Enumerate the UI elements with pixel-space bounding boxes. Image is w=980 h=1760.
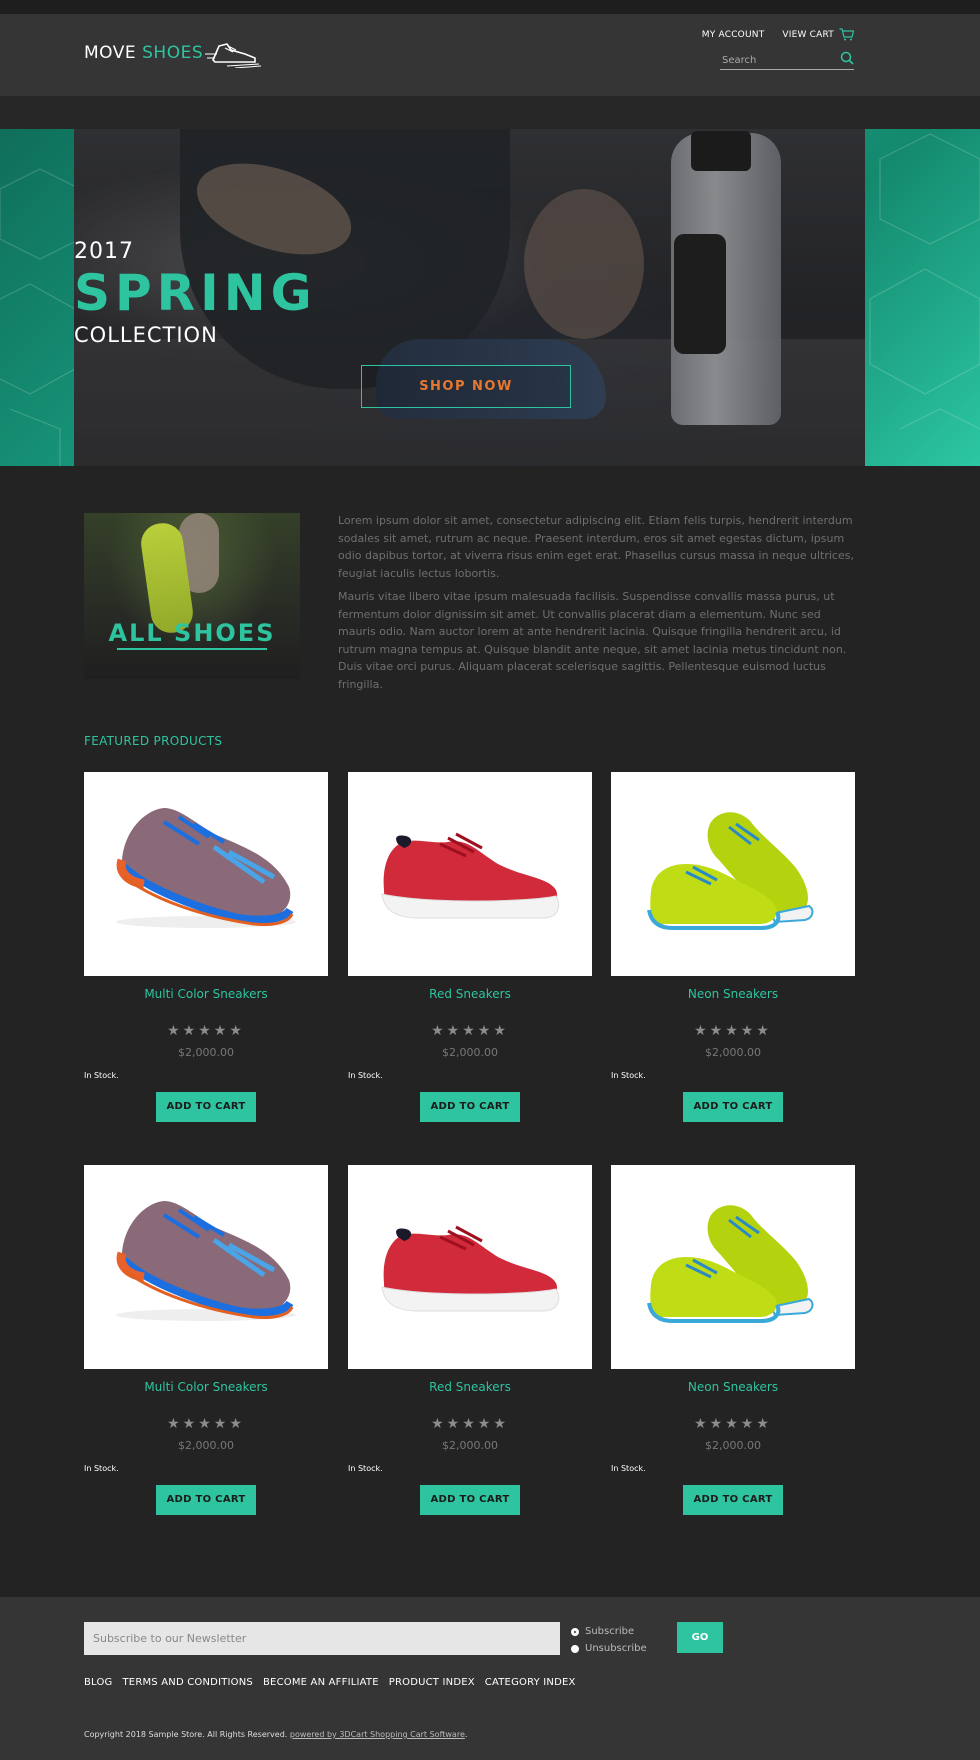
site-logo[interactable]: MOVE SHOES bbox=[84, 38, 262, 68]
product-name[interactable]: Multi Color Sneakers bbox=[84, 987, 328, 1001]
cart-icon bbox=[839, 28, 854, 41]
header-shadow-band bbox=[0, 96, 980, 129]
product-image[interactable] bbox=[611, 1165, 855, 1369]
footer-link-affiliate[interactable]: BECOME AN AFFILIATE bbox=[263, 1677, 379, 1688]
product-price: $2,000.00 bbox=[178, 1439, 234, 1452]
product-image[interactable] bbox=[348, 1165, 592, 1369]
add-to-cart-button[interactable]: ADD TO CART bbox=[156, 1092, 256, 1122]
hero-image[interactable]: 2017 SPRING COLLECTION SHOP NOW bbox=[74, 129, 865, 466]
product-card: Red Sneakers ★★★★★ $2,000.00 In Stock. A… bbox=[348, 772, 592, 1132]
product-image[interactable] bbox=[348, 772, 592, 976]
stock-status: In Stock. bbox=[611, 1071, 646, 1080]
product-rating: ★★★★★ bbox=[694, 1416, 772, 1432]
intro-paragraph: Lorem ipsum dolor sit amet, consectetur … bbox=[338, 514, 854, 580]
footer-links: BLOG TERMS AND CONDITIONS BECOME AN AFFI… bbox=[84, 1677, 576, 1688]
stock-status: In Stock. bbox=[348, 1464, 383, 1473]
product-rating: ★★★★★ bbox=[431, 1023, 509, 1039]
intro-text: Lorem ipsum dolor sit amet, consectetur … bbox=[338, 512, 856, 693]
add-to-cart-button[interactable]: ADD TO CART bbox=[683, 1092, 783, 1122]
product-rating: ★★★★★ bbox=[431, 1416, 509, 1432]
product-name[interactable]: Red Sneakers bbox=[348, 987, 592, 1001]
newsletter-email-input[interactable] bbox=[84, 1622, 560, 1655]
logo-text-shoes: SHOES bbox=[142, 43, 204, 63]
product-name[interactable]: Red Sneakers bbox=[348, 1380, 592, 1394]
stock-status: In Stock. bbox=[611, 1464, 646, 1473]
intro-paragraph: Mauris vitae libero vitae ipsum malesuad… bbox=[338, 590, 847, 691]
product-name[interactable]: Neon Sneakers bbox=[611, 1380, 855, 1394]
unsubscribe-radio[interactable] bbox=[571, 1644, 579, 1653]
copyright-period: . bbox=[464, 1730, 468, 1739]
search-box bbox=[720, 48, 854, 71]
logo-text-move: MOVE bbox=[84, 43, 137, 63]
newsletter-options: Subscribe Unsubscribe bbox=[571, 1623, 647, 1657]
product-name[interactable]: Neon Sneakers bbox=[611, 987, 855, 1001]
product-image[interactable] bbox=[611, 772, 855, 976]
footer-link-product-index[interactable]: PRODUCT INDEX bbox=[389, 1677, 475, 1688]
add-to-cart-button[interactable]: ADD TO CART bbox=[420, 1092, 520, 1122]
shop-now-button[interactable]: SHOP NOW bbox=[361, 365, 571, 408]
subscribe-radio[interactable] bbox=[571, 1627, 579, 1636]
all-shoes-tile[interactable]: ALL SHOES bbox=[84, 513, 300, 679]
stock-status: In Stock. bbox=[348, 1071, 383, 1080]
featured-products-title: FEATURED PRODUCTS bbox=[84, 734, 223, 748]
product-price: $2,000.00 bbox=[178, 1046, 234, 1059]
footer-link-category-index[interactable]: CATEGORY INDEX bbox=[485, 1677, 576, 1688]
stock-status: In Stock. bbox=[84, 1464, 119, 1473]
product-price: $2,000.00 bbox=[705, 1439, 761, 1452]
product-price: $2,000.00 bbox=[705, 1046, 761, 1059]
red-sneaker-image bbox=[381, 1225, 560, 1312]
product-rating: ★★★★★ bbox=[694, 1023, 772, 1039]
product-rating: ★★★★★ bbox=[167, 1416, 245, 1432]
product-rating: ★★★★★ bbox=[167, 1023, 245, 1039]
product-name[interactable]: Multi Color Sneakers bbox=[84, 1380, 328, 1394]
multicolor-sneaker-image bbox=[116, 808, 296, 928]
view-cart-label: VIEW CART bbox=[782, 29, 834, 40]
product-image[interactable] bbox=[84, 772, 328, 976]
product-card: Multi Color Sneakers ★★★★★ $2,000.00 In … bbox=[84, 1165, 328, 1525]
product-card: Multi Color Sneakers ★★★★★ $2,000.00 In … bbox=[84, 772, 328, 1132]
red-sneaker-image bbox=[381, 832, 560, 919]
product-card: Neon Sneakers ★★★★★ $2,000.00 In Stock. … bbox=[611, 1165, 855, 1525]
hero-title: SPRING bbox=[74, 264, 317, 322]
hero-subtitle: COLLECTION bbox=[74, 323, 218, 347]
all-shoes-label: ALL SHOES bbox=[108, 619, 276, 647]
search-input[interactable] bbox=[720, 50, 832, 71]
search-icon[interactable] bbox=[840, 51, 854, 65]
product-price: $2,000.00 bbox=[442, 1046, 498, 1059]
product-image[interactable] bbox=[84, 1165, 328, 1369]
product-card: Red Sneakers ★★★★★ $2,000.00 In Stock. A… bbox=[348, 1165, 592, 1525]
newsletter-go-button[interactable]: GO bbox=[677, 1622, 723, 1653]
footer-link-blog[interactable]: BLOG bbox=[84, 1677, 113, 1688]
unsubscribe-option[interactable]: Unsubscribe bbox=[571, 1640, 647, 1657]
subscribe-option[interactable]: Subscribe bbox=[571, 1623, 647, 1640]
my-account-link[interactable]: MY ACCOUNT bbox=[702, 30, 765, 40]
hero-banner: 2017 SPRING COLLECTION SHOP NOW bbox=[0, 129, 980, 466]
header-links: MY ACCOUNT VIEW CART bbox=[702, 28, 854, 41]
site-footer: Subscribe Unsubscribe GO BLOG TERMS AND … bbox=[0, 1597, 980, 1760]
copyright: Copyright 2018 Sample Store. All Rights … bbox=[84, 1730, 467, 1739]
neon-sneakers-image bbox=[647, 1205, 814, 1323]
add-to-cart-button[interactable]: ADD TO CART bbox=[683, 1485, 783, 1515]
powered-by-link[interactable]: powered by 3DCart Shopping Cart Software bbox=[290, 1730, 465, 1739]
add-to-cart-button[interactable]: ADD TO CART bbox=[420, 1485, 520, 1515]
all-shoes-underline bbox=[117, 648, 267, 650]
copyright-text: Copyright 2018 Sample Store. All Rights … bbox=[84, 1730, 288, 1739]
neon-sneakers-image bbox=[647, 812, 814, 930]
product-price: $2,000.00 bbox=[442, 1439, 498, 1452]
footer-link-terms[interactable]: TERMS AND CONDITIONS bbox=[123, 1677, 253, 1688]
running-shoe-icon bbox=[205, 43, 262, 68]
top-strip bbox=[0, 0, 980, 14]
stock-status: In Stock. bbox=[84, 1071, 119, 1080]
hero-year: 2017 bbox=[74, 239, 134, 264]
add-to-cart-button[interactable]: ADD TO CART bbox=[156, 1485, 256, 1515]
unsubscribe-label: Unsubscribe bbox=[585, 1643, 647, 1654]
product-card: Neon Sneakers ★★★★★ $2,000.00 In Stock. … bbox=[611, 772, 855, 1132]
subscribe-label: Subscribe bbox=[585, 1626, 635, 1637]
site-header: MOVE SHOES MY ACCOUNT VIEW CART bbox=[0, 14, 980, 96]
multicolor-sneaker-image bbox=[116, 1201, 296, 1321]
view-cart-link[interactable]: VIEW CART bbox=[782, 28, 854, 41]
